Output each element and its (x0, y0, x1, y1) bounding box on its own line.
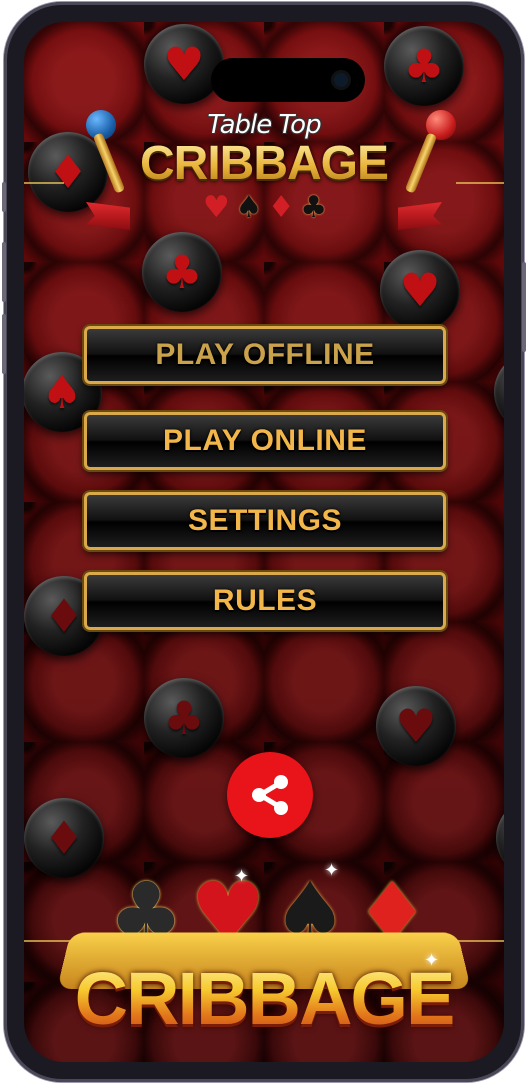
share-icon (252, 775, 288, 815)
logo-suits: ♥ ♠ ♦ ♣ (24, 190, 504, 225)
diamond-icon: ♦ (43, 589, 85, 643)
heart-icon: ♥ (163, 37, 205, 91)
top-logo: Table Top CRIBBAGE ♥ ♠ ♦ ♣ (24, 110, 504, 260)
camera-icon (331, 70, 351, 90)
power-button (522, 262, 526, 352)
diamond-icon: ♦ (43, 811, 85, 865)
club-icon: ♣ (163, 691, 205, 745)
sparkle-icon: ✦ (424, 950, 440, 970)
heart-orb: ♥ (144, 24, 224, 104)
heart-icon: ♥ (202, 190, 230, 225)
bottom-logo: ♣ ♥ ♠ ♦ CRIBBAGE ✦ ✦ ✦ (24, 860, 504, 1062)
play-offline-button[interactable]: PLAY OFFLINE (84, 326, 446, 384)
settings-label: SETTINGS (187, 504, 342, 537)
play-online-button[interactable]: PLAY ONLINE (84, 412, 446, 470)
heart-icon: ♥ (399, 263, 441, 317)
club-orb: ♣ (144, 678, 224, 758)
diamond-icon: ♦ (267, 190, 295, 225)
play-online-label: PLAY ONLINE (163, 424, 367, 457)
rules-button[interactable]: RULES (84, 572, 446, 630)
club-icon: ♣ (403, 39, 445, 93)
rules-label: RULES (212, 584, 318, 617)
club-orb: ♣ (384, 26, 464, 106)
volume-down-button (2, 314, 6, 374)
logo-title: CRIBBAGE (24, 136, 504, 191)
sparkle-icon: ✦ (234, 866, 250, 886)
spade-icon: ♠ (235, 190, 262, 225)
sparkle-icon: ✦ (324, 860, 340, 880)
club-icon: ♣ (300, 190, 327, 225)
heart-orb: ♥ (376, 686, 456, 766)
heart-orb: ♥ (380, 250, 460, 330)
app-screen: ♥ ♣ ♦ ♣ ♥ ♠ ♠ ♦ ♣ ♥ ♦ ♦ Table Top CRIBBA… (24, 22, 504, 1062)
action-button (2, 182, 6, 212)
play-offline-label: PLAY OFFLINE (155, 338, 375, 371)
volume-up-button (2, 242, 6, 302)
share-button[interactable] (227, 752, 313, 838)
dynamic-island (211, 58, 365, 102)
spade-icon: ♠ (41, 365, 83, 419)
heart-icon: ♥ (395, 699, 437, 753)
settings-button[interactable]: SETTINGS (84, 492, 446, 550)
spade-orb: ♠ (494, 352, 504, 432)
